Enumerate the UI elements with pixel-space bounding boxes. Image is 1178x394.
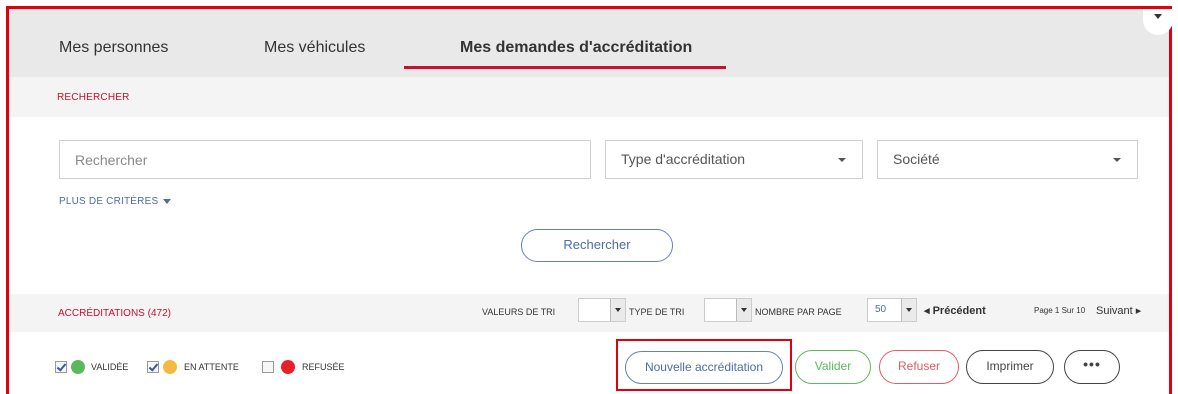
- accreditation-type-value: Type d'accréditation: [621, 151, 746, 167]
- search-section-title: RECHERCHER: [57, 92, 130, 103]
- company-value: Société: [893, 151, 940, 167]
- chevron-down-icon: [1113, 158, 1121, 162]
- status-dot-green-icon: [71, 360, 85, 374]
- search-button[interactable]: Rechercher: [521, 229, 673, 262]
- status-dot-red-icon: [281, 360, 295, 374]
- status-dot-orange-icon: [163, 360, 177, 374]
- sort-values-label: VALEURS DE TRI: [482, 307, 556, 317]
- active-tab-indicator: [404, 66, 726, 69]
- results-count-title: ACCRÉDITATIONS (472): [58, 308, 171, 319]
- legend-refusee-label: REFUSÉE: [302, 362, 345, 372]
- sort-type-select[interactable]: [704, 298, 752, 322]
- per-page-select[interactable]: 50: [867, 298, 917, 322]
- filter-en-attente-checkbox[interactable]: [147, 361, 159, 373]
- next-page-link[interactable]: Suivant ▸: [1096, 304, 1141, 317]
- more-actions-button[interactable]: •••: [1064, 350, 1120, 384]
- validate-button[interactable]: Valider: [795, 350, 871, 384]
- tab-mes-vehicules[interactable]: Mes véhicules: [264, 9, 365, 77]
- chevron-down-icon: [838, 158, 846, 162]
- legend-validee-label: VALIDÉE: [91, 362, 129, 372]
- tab-mes-personnes[interactable]: Mes personnes: [59, 9, 168, 77]
- refuse-button[interactable]: Refuser: [879, 350, 959, 384]
- more-criteria-label: PLUS DE CRITÈRES: [59, 196, 159, 207]
- page-info: Page 1 Sur 10: [1034, 306, 1086, 315]
- print-button[interactable]: Imprimer: [966, 350, 1054, 384]
- sort-type-label: TYPE DE TRI: [629, 307, 685, 317]
- legend-en-attente-label: EN ATTENTE: [184, 362, 239, 372]
- per-page-label: NOMBRE PAR PAGE: [755, 307, 842, 317]
- caret-down-icon: [163, 198, 172, 204]
- results-toolbar: ACCRÉDITATIONS (472) VALEURS DE TRI TYPE…: [9, 294, 1169, 332]
- dropdown-arrow-icon: [610, 299, 625, 321]
- sort-values-select[interactable]: [578, 298, 626, 322]
- search-section-header: RECHERCHER: [9, 77, 1169, 117]
- search-input[interactable]: [59, 140, 591, 179]
- company-select[interactable]: Société: [877, 140, 1138, 179]
- legend-validee: VALIDÉE: [55, 360, 155, 375]
- accreditation-type-select[interactable]: Type d'accréditation: [605, 140, 863, 179]
- previous-page-link[interactable]: ◂ Précédent: [924, 304, 986, 317]
- filter-refusee-checkbox[interactable]: [262, 361, 274, 373]
- legend-refusee: REFUSÉE: [262, 360, 362, 375]
- dropdown-arrow-icon: [901, 299, 916, 321]
- filter-validee-checkbox[interactable]: [55, 361, 67, 373]
- more-criteria-toggle[interactable]: PLUS DE CRITÈRES: [59, 196, 172, 207]
- per-page-value: 50: [875, 304, 887, 315]
- legend-en-attente: EN ATTENTE: [147, 360, 267, 375]
- chevron-down-icon: [1154, 14, 1162, 19]
- dropdown-arrow-icon: [736, 299, 751, 321]
- new-accreditation-button[interactable]: Nouvelle accréditation: [625, 351, 783, 384]
